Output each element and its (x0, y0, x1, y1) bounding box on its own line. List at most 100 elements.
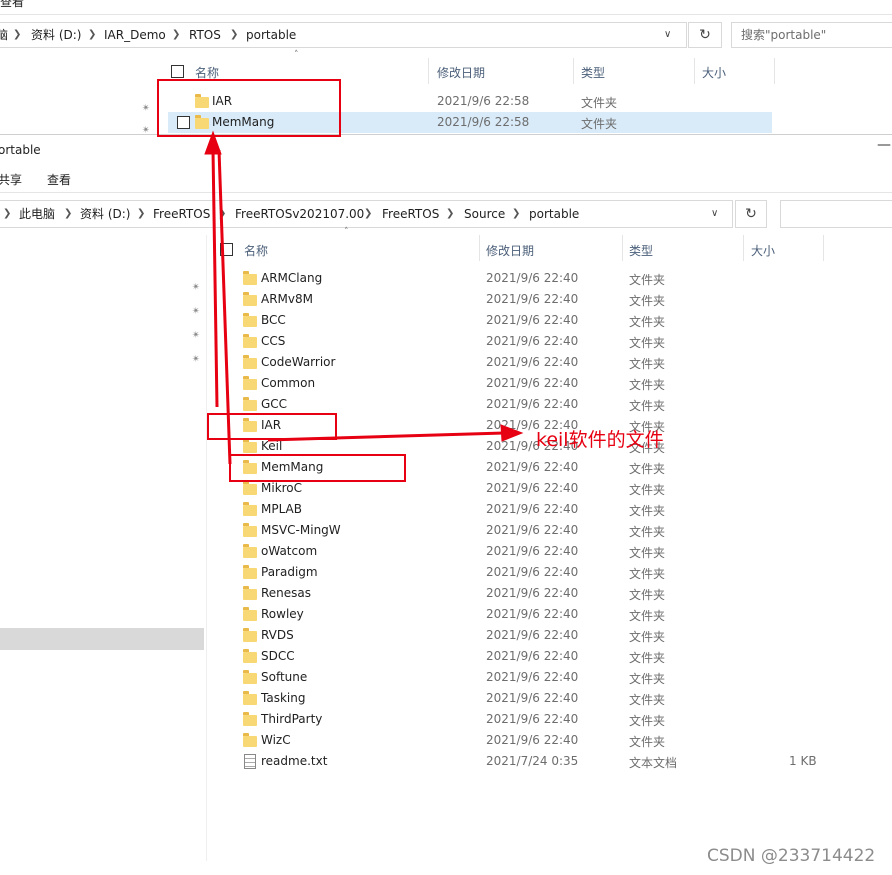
table-row[interactable]: CodeWarrior 2021/9/6 22:40 文件夹 (207, 352, 823, 373)
table-row[interactable]: RVDS 2021/9/6 22:40 文件夹 (207, 625, 823, 646)
file-type: 文件夹 (629, 588, 666, 602)
crumb-source[interactable]: Source (464, 202, 505, 226)
pin-icon[interactable]: ✴ (141, 104, 151, 114)
col-size[interactable]: 大小 (751, 242, 775, 259)
table-row[interactable]: ARMv8M 2021/9/6 22:40 文件夹 (207, 289, 823, 310)
crumb-version[interactable]: FreeRTOSv202107.00 (235, 202, 364, 226)
file-date: 2021/9/6 22:40 (486, 271, 579, 285)
back-col-sep[interactable] (694, 58, 695, 84)
nav-item-selected[interactable] (0, 628, 204, 650)
back-refresh-button[interactable]: ↻ (688, 22, 722, 48)
table-row[interactable]: ARMClang 2021/9/6 22:40 文件夹 (207, 268, 823, 289)
table-row[interactable]: Softune 2021/9/6 22:40 文件夹 (207, 667, 823, 688)
col-date[interactable]: 修改日期 (486, 242, 534, 259)
crumb-drive[interactable]: 资料 (D:) (80, 202, 130, 226)
back-crumb-4[interactable]: portable (246, 23, 296, 47)
file-date: 2021/9/6 22:58 (437, 94, 530, 108)
file-date: 2021/9/6 22:40 (486, 607, 579, 621)
file-type: 文件夹 (629, 525, 666, 539)
col-sep[interactable] (743, 235, 744, 261)
pin-icon[interactable]: ✴ (191, 331, 201, 341)
file-name: ThirdParty (261, 712, 323, 726)
pin-icon[interactable]: ✴ (191, 283, 201, 293)
back-crumb-1[interactable]: 资料 (D:) (31, 23, 81, 47)
table-row[interactable]: Tasking 2021/9/6 22:40 文件夹 (207, 688, 823, 709)
table-row[interactable]: MSVC-MingW 2021/9/6 22:40 文件夹 (207, 520, 823, 541)
address-bar[interactable]: ❯ 此电脑 ❯ 资料 (D:) ❯ FreeRTOS ❯ FreeRTOSv20… (0, 200, 733, 228)
col-type[interactable]: 类型 (629, 242, 653, 259)
col-sep[interactable] (823, 235, 824, 261)
file-type: 文件夹 (629, 693, 666, 707)
col-sep[interactable] (622, 235, 623, 261)
pin-icon[interactable]: ✴ (191, 355, 201, 365)
menu-share[interactable]: 共享 (0, 171, 22, 188)
refresh-button[interactable]: ↻ (735, 200, 767, 228)
file-name: Rowley (261, 607, 304, 621)
back-menu-view[interactable]: 查看 (0, 0, 24, 10)
crumb-freertos[interactable]: FreeRTOS (153, 202, 210, 226)
crumb-freertos-2[interactable]: FreeRTOS (382, 202, 439, 226)
folder-icon (243, 439, 257, 453)
table-row[interactable]: readme.txt 2021/7/24 0:35 文本文档 1 KB (207, 751, 823, 772)
table-row[interactable]: CCS 2021/9/6 22:40 文件夹 (207, 331, 823, 352)
back-col-type[interactable]: 类型 (581, 64, 605, 81)
crumb-portable[interactable]: portable (529, 202, 579, 226)
back-select-all-checkbox[interactable] (171, 65, 184, 78)
nav-pane: ✴ ✴ ✴ ✴ (0, 235, 205, 861)
file-name: Renesas (261, 586, 312, 600)
table-row[interactable]: Paradigm 2021/9/6 22:40 文件夹 (207, 562, 823, 583)
table-row[interactable]: GCC 2021/9/6 22:40 文件夹 (207, 394, 823, 415)
back-search-box[interactable]: 搜索"portable" (731, 22, 892, 48)
pin-icon[interactable]: ✴ (191, 307, 201, 317)
file-name: readme.txt (261, 754, 328, 768)
refresh-icon: ↻ (699, 27, 711, 43)
search-box[interactable] (780, 200, 892, 228)
table-row[interactable]: BCC 2021/9/6 22:40 文件夹 (207, 310, 823, 331)
back-crumb-2[interactable]: IAR_Demo (104, 23, 166, 47)
table-row[interactable]: Renesas 2021/9/6 22:40 文件夹 (207, 583, 823, 604)
file-name: Softune (261, 670, 308, 684)
folder-icon (243, 544, 257, 558)
back-col-sep[interactable] (573, 58, 574, 84)
file-type: 文件夹 (629, 504, 666, 518)
select-all-checkbox[interactable] (220, 243, 233, 256)
file-size: 1 KB (789, 754, 817, 768)
back-window: 查看 脑 ❯ 资料 (D:) ❯ IAR_Demo ❯ RTOS ❯ porta… (0, 0, 892, 136)
back-toolbar-divider (0, 14, 892, 15)
file-date: 2021/9/6 22:40 (486, 292, 579, 306)
file-type: 文件夹 (629, 315, 666, 329)
col-name[interactable]: 名称 (244, 242, 268, 259)
minimize-icon[interactable]: — (877, 137, 891, 153)
text-file-icon (244, 754, 256, 769)
table-row[interactable]: MPLAB 2021/9/6 22:40 文件夹 (207, 499, 823, 520)
table-row[interactable]: SDCC 2021/9/6 22:40 文件夹 (207, 646, 823, 667)
file-date: 2021/9/6 22:40 (486, 376, 579, 390)
back-crumb-0[interactable]: 脑 (0, 23, 8, 47)
file-name: GCC (261, 397, 288, 411)
folder-icon (243, 481, 257, 495)
back-col-size[interactable]: 大小 (702, 64, 726, 81)
table-row[interactable]: oWatcom 2021/9/6 22:40 文件夹 (207, 541, 823, 562)
chevron-down-icon[interactable]: ∨ (664, 23, 671, 47)
chevron-down-icon[interactable]: ∨ (711, 202, 718, 226)
col-sep[interactable] (479, 235, 480, 261)
folder-icon (243, 292, 257, 306)
back-col-date[interactable]: 修改日期 (437, 64, 485, 81)
file-date: 2021/9/6 22:40 (486, 628, 579, 642)
file-name: MSVC-MingW (261, 523, 341, 537)
table-row[interactable]: ThirdParty 2021/9/6 22:40 文件夹 (207, 709, 823, 730)
table-row[interactable]: Rowley 2021/9/6 22:40 文件夹 (207, 604, 823, 625)
back-col-sep[interactable] (428, 58, 429, 84)
file-date: 2021/9/6 22:40 (486, 355, 579, 369)
table-row[interactable]: Common 2021/9/6 22:40 文件夹 (207, 373, 823, 394)
table-row[interactable]: WizC 2021/9/6 22:40 文件夹 (207, 730, 823, 751)
crumb-this-pc[interactable]: 此电脑 (19, 202, 55, 226)
back-col-sep[interactable] (774, 58, 775, 84)
refresh-icon: ↻ (745, 206, 757, 222)
back-address-bar[interactable]: 脑 ❯ 资料 (D:) ❯ IAR_Demo ❯ RTOS ❯ portable… (0, 22, 687, 48)
folder-icon (243, 712, 257, 726)
back-crumb-3[interactable]: RTOS (189, 23, 221, 47)
folder-icon (243, 628, 257, 642)
folder-icon (243, 313, 257, 327)
menu-view[interactable]: 查看 (47, 171, 71, 188)
